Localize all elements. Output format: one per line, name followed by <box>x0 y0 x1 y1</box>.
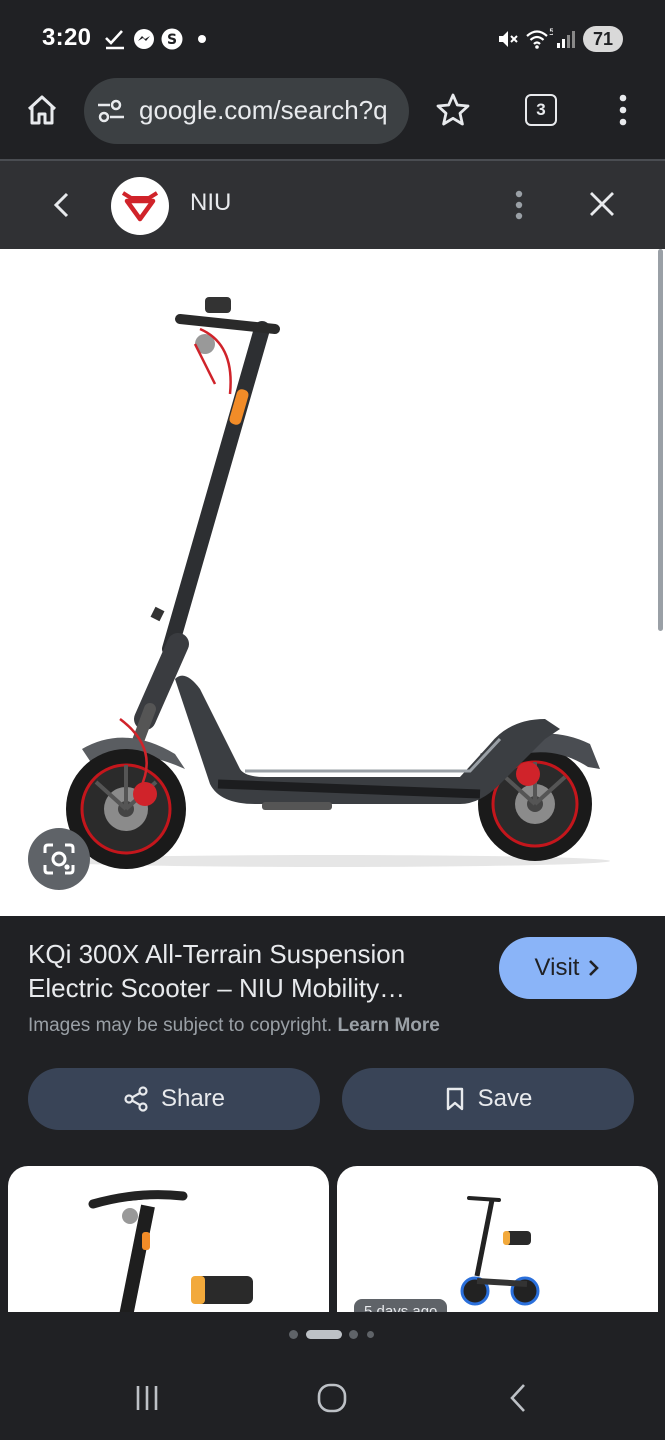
pager-dot <box>349 1330 358 1339</box>
share-button-label: Share <box>160 1085 226 1112</box>
home-button[interactable] <box>310 1380 354 1416</box>
related-image-card[interactable] <box>8 1166 329 1316</box>
close-icon[interactable] <box>586 188 618 220</box>
battery-indicator: 71 <box>583 26 623 52</box>
main-product-image[interactable] <box>0 249 665 916</box>
svg-text:S: S <box>167 32 177 48</box>
tab-switcher-button[interactable]: 3 <box>525 94 557 126</box>
wifi-icon: 5 <box>525 26 553 52</box>
pager-dot <box>367 1331 374 1338</box>
more-options-icon[interactable] <box>506 187 532 223</box>
image-viewer-header: NIU <box>0 161 665 249</box>
pager-dot <box>289 1330 298 1339</box>
back-button[interactable] <box>497 1380 541 1416</box>
recent-apps-button[interactable] <box>125 1380 169 1416</box>
menu-dots-icon[interactable] <box>608 92 638 128</box>
checkmark-icon <box>104 26 126 52</box>
home-icon[interactable] <box>24 92 60 128</box>
result-title[interactable]: KQi 300X All-Terrain Suspension Electric… <box>28 937 478 1005</box>
lens-icon <box>43 843 75 875</box>
result-title-line-1[interactable]: KQi 300X All-Terrain Suspension <box>28 937 478 971</box>
bookmark-star-icon[interactable] <box>434 91 472 129</box>
signal-icon <box>556 26 576 52</box>
home-circle-icon <box>317 1383 347 1413</box>
niu-logo-icon <box>121 191 159 222</box>
site-info-icon[interactable] <box>96 97 126 125</box>
related-image-card[interactable]: 5 days ago <box>337 1166 658 1316</box>
dot-icon <box>196 26 208 52</box>
pager-dot-active <box>306 1330 342 1339</box>
status-time: 3:20 <box>42 24 92 51</box>
electric-scooter-image <box>50 297 610 869</box>
s-circle-icon: S <box>160 26 184 52</box>
site-logo[interactable] <box>111 177 169 235</box>
messenger-icon <box>132 26 156 52</box>
back-chevron-icon <box>510 1384 525 1412</box>
save-button[interactable]: Save <box>342 1068 634 1130</box>
result-title-line-2[interactable]: Electric Scooter – NIU Mobility… <box>28 971 478 1005</box>
address-bar[interactable]: google.com/search?q <box>84 78 409 144</box>
visit-button[interactable]: Visit <box>499 937 637 999</box>
share-button[interactable]: Share <box>28 1068 320 1130</box>
copyright-notice: Images may be subject to copyright. Lear… <box>28 1015 440 1037</box>
chevron-right-icon <box>589 960 600 976</box>
bookmark-icon <box>446 1087 463 1111</box>
visit-button-label: Visit <box>534 954 580 981</box>
copyright-text: Images may be subject to copyright. <box>28 1015 333 1036</box>
google-lens-button[interactable] <box>28 828 90 890</box>
site-name[interactable]: NIU <box>190 189 231 217</box>
scooter-thumbnail-image <box>460 1196 540 1306</box>
url-text[interactable]: google.com/search?q <box>139 95 397 126</box>
learn-more-link[interactable]: Learn More <box>337 1015 439 1036</box>
scrollbar[interactable] <box>658 249 663 631</box>
recent-apps-icon <box>136 1386 158 1410</box>
status-bar: 3:20 S 5 71 <box>0 0 665 78</box>
browser-toolbar: google.com/search?q 3 <box>0 78 665 160</box>
save-button-label: Save <box>477 1085 533 1112</box>
back-arrow-icon[interactable] <box>48 189 76 221</box>
share-icon <box>124 1086 148 1112</box>
scooter-handlebar-image <box>88 1190 253 1316</box>
svg-text:5: 5 <box>549 28 553 38</box>
mute-icon <box>496 26 520 52</box>
